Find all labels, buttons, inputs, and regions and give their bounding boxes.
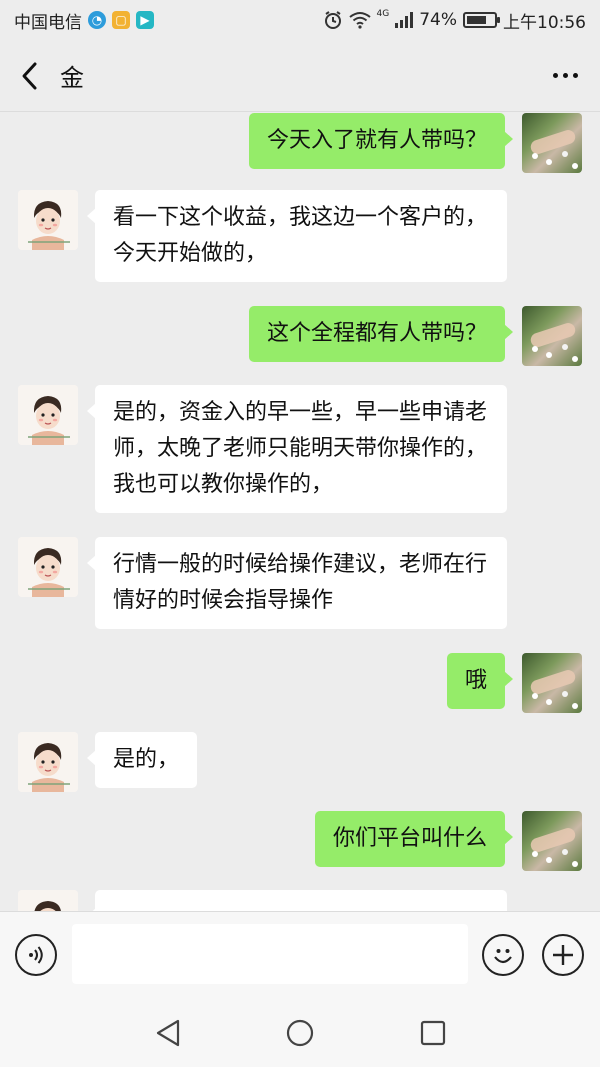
status-left: 中国电信 ◔ ▢ ▶ — [14, 8, 154, 33]
nav-recent-button[interactable] — [415, 1015, 451, 1051]
status-right: 4G 74% 上午10:56 — [323, 8, 586, 33]
battery-percent: 74% — [419, 10, 457, 30]
contact-avatar[interactable] — [18, 537, 78, 597]
app-notification-icon: ◔ — [88, 11, 106, 29]
nav-back-button[interactable] — [150, 1015, 186, 1051]
my-avatar[interactable] — [522, 113, 582, 173]
plus-button[interactable] — [542, 934, 584, 976]
contact-avatar-image — [18, 890, 78, 911]
voice-icon — [29, 946, 43, 964]
emoji-button[interactable] — [482, 934, 524, 976]
voice-button[interactable] — [15, 934, 57, 976]
contact-avatar[interactable] — [18, 190, 78, 250]
triangle-back-icon — [156, 1019, 180, 1047]
chat-area[interactable]: 今天入了就有人带吗？ 看一下这个收益，我这边一个客户的，今天开始做的， 这个全程… — [0, 113, 600, 911]
more-dots-icon — [572, 73, 578, 78]
contact-avatar[interactable] — [18, 732, 78, 792]
app-notification-icon: ▢ — [112, 11, 130, 29]
my-avatar[interactable] — [522, 306, 582, 366]
network-type: 4G — [376, 9, 390, 19]
emoji-icon — [494, 949, 512, 964]
more-dots-icon — [552, 73, 558, 78]
received-bubble[interactable]: 是的， — [86, 732, 198, 788]
chat-title: 金 — [60, 64, 84, 92]
chat-header: 金 — [0, 40, 600, 112]
chevron-left-icon — [22, 62, 37, 89]
sent-bubble[interactable]: 哦 — [446, 653, 514, 709]
back-button[interactable] — [0, 40, 60, 112]
nav-home-button[interactable] — [282, 1015, 318, 1051]
square-recent-icon — [420, 1020, 446, 1046]
battery-icon — [463, 12, 500, 28]
my-avatar[interactable] — [522, 811, 582, 871]
contact-avatar-image — [18, 190, 78, 250]
contact-avatar[interactable] — [18, 890, 78, 911]
contact-avatar-image — [18, 537, 78, 597]
play-notification-icon: ▶ — [136, 11, 154, 29]
sent-bubble[interactable]: 今天入了就有人带吗？ — [248, 113, 514, 169]
received-bubble[interactable]: 行情一般的时候给操作建议，老师在行情好的时候会指导操作 — [87, 537, 507, 629]
alarm-icon — [324, 11, 341, 29]
system-nav-bar — [0, 999, 600, 1067]
signal-icon — [395, 12, 414, 28]
received-bubble[interactable]: 是的，资金入的早一些，早一些申请老师，太晚了老师只能明天带你操作的，我也可以教你… — [87, 385, 507, 513]
received-bubble[interactable]: 看一下这个收益，我这边一个客户的，今天开始做的， — [87, 190, 507, 282]
carrier-label: 中国电信 — [14, 12, 82, 33]
more-dots-icon — [562, 73, 568, 78]
input-bar — [0, 911, 600, 999]
circle-home-icon — [286, 1019, 314, 1047]
contact-avatar-image — [18, 385, 78, 445]
contact-avatar[interactable] — [18, 385, 78, 445]
message-input[interactable] — [72, 924, 468, 984]
sent-bubble[interactable]: 这个全程都有人带吗？ — [248, 306, 514, 362]
more-button[interactable] — [530, 40, 600, 112]
status-bar: 中国电信 ◔ ▢ ▶ 4G 74% 上午10:56 — [0, 0, 600, 40]
sent-bubble[interactable]: 你们平台叫什么 — [314, 811, 514, 867]
contact-avatar-image — [18, 732, 78, 792]
plus-icon — [553, 945, 573, 965]
received-bubble-partial[interactable] — [87, 890, 507, 911]
wifi-icon — [348, 12, 371, 29]
clock: 上午10:56 — [503, 12, 586, 33]
battery-fill — [467, 16, 487, 24]
my-avatar[interactable] — [522, 653, 582, 713]
